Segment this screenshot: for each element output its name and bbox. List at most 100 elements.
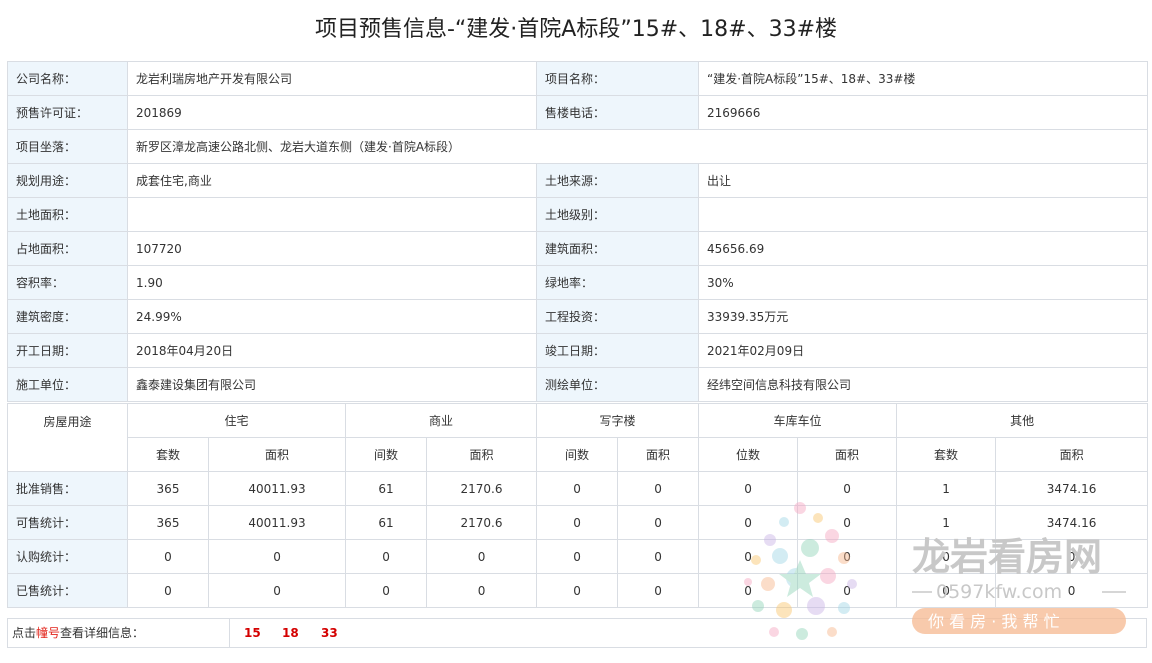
stats-subheader: 面积 <box>207 437 347 472</box>
stats-subheader: 套数 <box>127 437 209 472</box>
info-value: 龙岩利瑞房地产开发有限公司 <box>127 61 537 96</box>
building-link-18[interactable]: 18 <box>282 619 299 647</box>
info-label: 容积率： <box>7 265 128 300</box>
stats-group-header: 住宅 <box>126 403 347 438</box>
stats-subheader: 面积 <box>797 437 898 472</box>
info-row: 建筑密度： 24.99% 工程投资： 33939.35万元 <box>7 299 1148 334</box>
info-value: 成套住宅,商业 <box>127 163 537 198</box>
info-value: “建发·首院A标段”15#、18#、33#楼 <box>698 61 1148 96</box>
info-label: 占地面积： <box>7 231 128 266</box>
stats-cell: 0 <box>698 573 799 608</box>
stats-cell: 0 <box>896 573 997 608</box>
info-value: 2169666 <box>698 95 1148 130</box>
info-label: 公司名称： <box>7 61 128 96</box>
stats-group-header: 车库车位 <box>698 403 898 438</box>
info-value: 24.99% <box>127 299 537 334</box>
info-value: 30% <box>698 265 1148 300</box>
sales-stats-table: 房屋用途 住宅 商业 写字楼 车库车位 其他 套数 面积 间数 面积 间数 面积… <box>7 403 1149 608</box>
info-label: 建筑密度： <box>7 299 128 334</box>
info-label: 测绘单位： <box>536 367 699 402</box>
stats-cell: 0 <box>617 573 700 608</box>
stats-cell: 40011.93 <box>207 471 347 506</box>
stats-subheader: 面积 <box>995 437 1149 472</box>
stats-cell: 0 <box>127 539 209 574</box>
info-label: 绿地率： <box>536 265 699 300</box>
info-value: 经纬空间信息科技有限公司 <box>698 367 1148 402</box>
building-links-label: 点击幢号查看详细信息： <box>8 619 230 647</box>
stats-row: 批准销售： 365 40011.93 61 2170.6 0 0 0 0 1 3… <box>7 471 1149 506</box>
info-value: 2018年04月20日 <box>127 333 537 368</box>
info-value: 出让 <box>698 163 1148 198</box>
info-value: 新罗区漳龙高速公路北侧、龙岩大道东侧（建发·首院A标段） <box>127 129 1148 164</box>
info-label: 土地来源： <box>536 163 699 198</box>
stats-cell: 1 <box>896 505 997 540</box>
building-links-bar: 点击幢号查看详细信息： 15 18 33 <box>7 618 1147 648</box>
info-label: 工程投资： <box>536 299 699 334</box>
stats-cell: 0 <box>345 539 428 574</box>
info-value: 107720 <box>127 231 537 266</box>
info-value: 45656.69 <box>698 231 1148 266</box>
building-link-33[interactable]: 33 <box>321 619 338 647</box>
stats-row: 可售统计： 365 40011.93 61 2170.6 0 0 0 0 1 3… <box>7 505 1149 540</box>
stats-cell: 3474.16 <box>995 471 1149 506</box>
stats-cell: 2170.6 <box>426 505 538 540</box>
info-value: 33939.35万元 <box>698 299 1148 334</box>
stats-cell: 0 <box>797 539 898 574</box>
info-label: 项目坐落： <box>7 129 128 164</box>
stats-cell: 365 <box>127 505 209 540</box>
stats-row-label: 已售统计： <box>7 573 128 608</box>
stats-cell: 0 <box>617 505 700 540</box>
info-row: 开工日期： 2018年04月20日 竣工日期： 2021年02月09日 <box>7 333 1148 368</box>
info-label: 预售许可证： <box>7 95 128 130</box>
stats-cell: 0 <box>426 539 538 574</box>
info-value: 鑫泰建设集团有限公司 <box>127 367 537 402</box>
info-label: 竣工日期： <box>536 333 699 368</box>
stats-cell: 0 <box>617 471 700 506</box>
info-row: 预售许可证： 201869 售楼电话： 2169666 <box>7 95 1148 130</box>
stats-group-header: 商业 <box>345 403 538 438</box>
stats-cell: 0 <box>698 539 799 574</box>
stats-group-header: 写字楼 <box>536 403 700 438</box>
info-row: 项目坐落： 新罗区漳龙高速公路北侧、龙岩大道东侧（建发·首院A标段） <box>7 129 1148 164</box>
info-row: 土地面积： 土地级别： <box>7 197 1148 232</box>
info-row: 施工单位： 鑫泰建设集团有限公司 测绘单位： 经纬空间信息科技有限公司 <box>7 367 1148 402</box>
building-links-prefix: 点击 <box>12 626 37 640</box>
stats-cell: 0 <box>536 505 619 540</box>
stats-group-header-row: 房屋用途 住宅 商业 写字楼 车库车位 其他 <box>7 403 1149 472</box>
stats-cell: 0 <box>995 573 1149 608</box>
info-label: 建筑面积： <box>536 231 699 266</box>
stats-cell: 0 <box>536 539 619 574</box>
stats-subheader-row: 套数 面积 间数 面积 间数 面积 位数 面积 套数 面积 <box>8 437 1149 472</box>
page-title: 项目预售信息-“建发·首院A标段”15#、18#、33#楼 <box>314 17 838 42</box>
info-value: 201869 <box>127 95 537 130</box>
stats-row: 认购统计： 0 0 0 0 0 0 0 0 0 0 <box>7 539 1149 574</box>
building-links-highlight: 幢号 <box>36 626 61 640</box>
stats-subheader: 间数 <box>345 437 428 472</box>
stats-cell: 0 <box>426 573 538 608</box>
info-row: 占地面积： 107720 建筑面积： 45656.69 <box>7 231 1148 266</box>
stats-subheader: 面积 <box>426 437 538 472</box>
stats-cell: 0 <box>617 539 700 574</box>
building-links-suffix: 查看详细信息： <box>60 626 145 640</box>
info-label: 售楼电话： <box>536 95 699 130</box>
info-value <box>127 197 537 232</box>
stats-cell: 0 <box>207 573 347 608</box>
stats-cell: 61 <box>345 471 428 506</box>
info-label: 项目名称： <box>536 61 699 96</box>
stats-cell: 2170.6 <box>426 471 538 506</box>
info-row: 公司名称： 龙岩利瑞房地产开发有限公司 项目名称： “建发·首院A标段”15#、… <box>7 61 1148 96</box>
info-row: 容积率： 1.90 绿地率： 30% <box>7 265 1148 300</box>
stats-subheader: 间数 <box>536 437 619 472</box>
stats-row-label: 认购统计： <box>7 539 128 574</box>
stats-cell: 365 <box>127 471 209 506</box>
stats-cell: 0 <box>345 573 428 608</box>
building-link-15[interactable]: 15 <box>244 619 261 647</box>
stats-cell: 0 <box>536 471 619 506</box>
stats-cell: 0 <box>127 573 209 608</box>
stats-row-label: 批准销售： <box>7 471 128 506</box>
stats-cell: 0 <box>207 539 347 574</box>
stats-cell: 0 <box>797 471 898 506</box>
info-label: 土地级别： <box>536 197 699 232</box>
stats-cell: 40011.93 <box>207 505 347 540</box>
stats-group-header: 其他 <box>896 403 1149 438</box>
